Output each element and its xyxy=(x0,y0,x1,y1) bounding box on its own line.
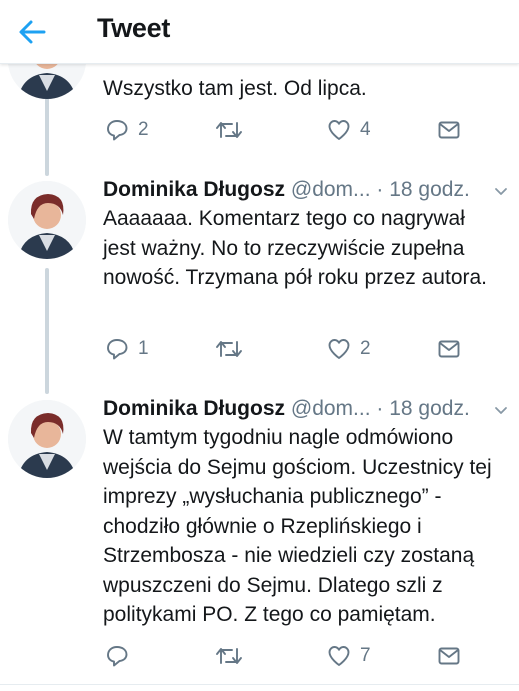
retweet-icon xyxy=(216,341,242,357)
heart-icon xyxy=(328,120,350,140)
envelope-icon xyxy=(438,121,460,139)
retweet-button[interactable] xyxy=(215,117,243,143)
chevron-down-icon[interactable] xyxy=(492,401,510,419)
page-title: Tweet xyxy=(97,13,171,43)
share-dm-button[interactable] xyxy=(437,336,461,362)
back-button[interactable] xyxy=(14,14,50,50)
retweet-button[interactable] xyxy=(215,336,243,362)
like-button[interactable]: 4 xyxy=(327,117,371,143)
heart-icon xyxy=(328,339,350,359)
tweet-time: · 18 godz. xyxy=(376,397,470,420)
reply-count: 1 xyxy=(138,338,149,359)
reply-button[interactable]: 1 xyxy=(105,336,149,362)
avatar-image xyxy=(8,400,86,478)
like-count: 2 xyxy=(360,338,371,359)
author-handle[interactable]: @dom... xyxy=(291,178,371,201)
retweet-button[interactable] xyxy=(215,643,243,669)
chevron-down-icon[interactable] xyxy=(492,182,510,200)
thread-connector xyxy=(45,268,49,394)
reply-icon xyxy=(107,339,128,360)
reply-button[interactable]: 2 xyxy=(105,117,149,143)
arrow-left-icon xyxy=(19,20,46,44)
divider xyxy=(0,684,519,685)
retweet-icon xyxy=(216,122,242,138)
like-count: 4 xyxy=(360,119,371,140)
reply-icon xyxy=(107,646,128,667)
like-count: 7 xyxy=(360,645,371,666)
retweet-icon xyxy=(216,648,242,664)
share-dm-button[interactable] xyxy=(437,117,461,143)
tweet-header: Dominika Długosz @dom... · 18 godz. xyxy=(103,176,470,204)
author-name[interactable]: Dominika Długosz xyxy=(103,397,285,420)
envelope-icon xyxy=(438,340,460,358)
share-dm-button[interactable] xyxy=(437,643,461,669)
like-button[interactable]: 2 xyxy=(327,336,371,362)
heart-icon xyxy=(328,646,350,666)
avatar-image xyxy=(8,181,86,259)
top-bar: Tweet xyxy=(0,0,519,64)
author-handle[interactable]: @dom... xyxy=(291,397,371,420)
tweet-text: W tamtym tygodniu nagle odmówiono wejści… xyxy=(103,426,492,626)
reply-icon xyxy=(107,120,128,141)
envelope-icon xyxy=(438,647,460,665)
reply-count: 2 xyxy=(138,119,149,140)
tweet-header: Dominika Długosz @dom... · 18 godz. xyxy=(103,395,470,423)
tweet-time: · 18 godz. xyxy=(376,178,470,201)
avatar[interactable] xyxy=(8,400,86,478)
reply-button[interactable] xyxy=(105,643,138,669)
tweet-text: Aaaaaaa. Komentarz tego co nagrywał jest… xyxy=(103,207,488,289)
like-button[interactable]: 7 xyxy=(327,643,371,669)
author-name[interactable]: Dominika Długosz xyxy=(103,178,285,201)
tweet-text: Wszystko tam jest. Od lipca. xyxy=(103,77,367,100)
avatar[interactable] xyxy=(8,181,86,259)
